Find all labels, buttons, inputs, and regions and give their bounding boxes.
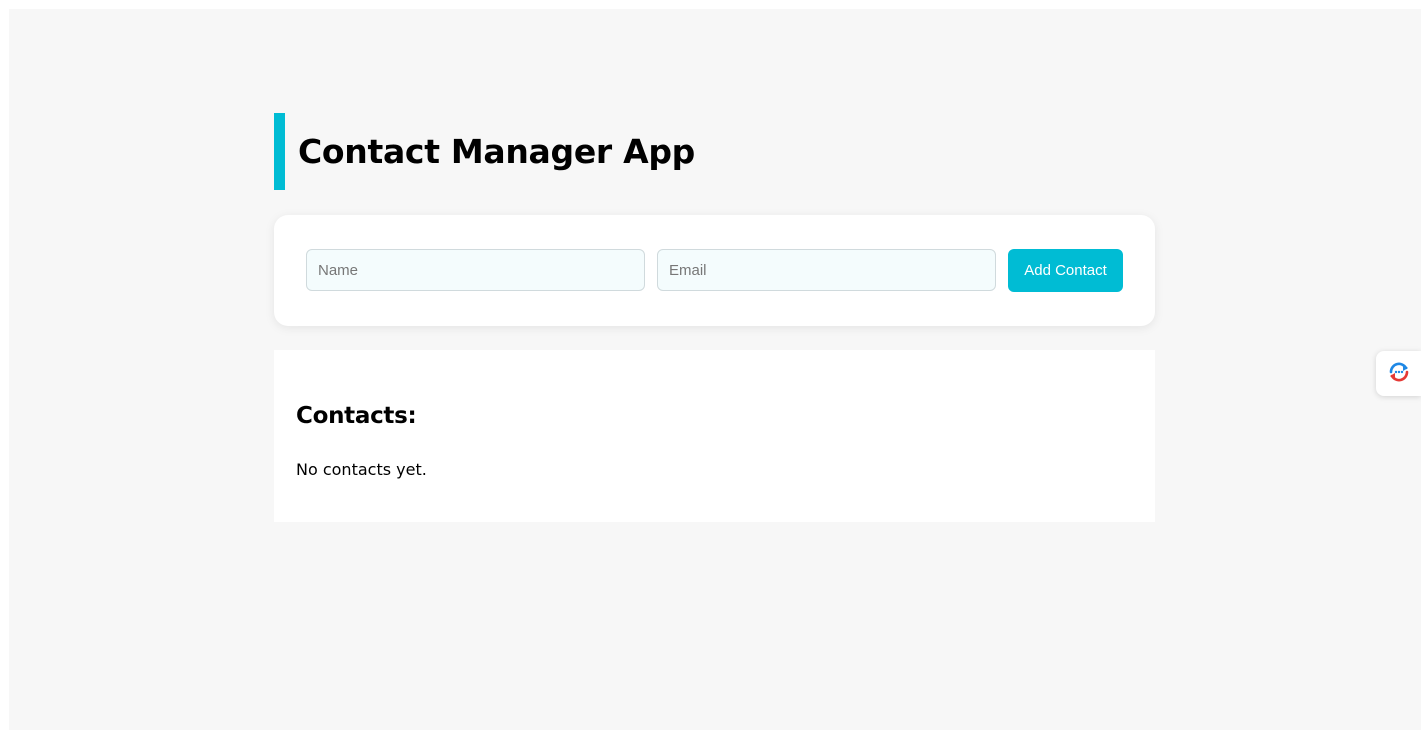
chat-sync-icon: [1386, 359, 1412, 389]
email-input[interactable]: [657, 249, 996, 291]
page-title: Contact Manager App: [298, 132, 695, 171]
contacts-heading: Contacts:: [296, 403, 417, 429]
page: Contact Manager App Add Contact Contacts…: [9, 9, 1421, 730]
name-input[interactable]: [306, 249, 645, 291]
contacts-section: Contacts: No contacts yet.: [274, 350, 1155, 522]
add-contact-form: Add Contact: [274, 215, 1155, 326]
chat-widget-button[interactable]: [1376, 351, 1421, 396]
header: Contact Manager App: [274, 113, 695, 190]
title-accent-bar: [274, 113, 285, 190]
empty-contacts-message: No contacts yet.: [296, 460, 427, 479]
add-contact-button[interactable]: Add Contact: [1008, 249, 1123, 292]
